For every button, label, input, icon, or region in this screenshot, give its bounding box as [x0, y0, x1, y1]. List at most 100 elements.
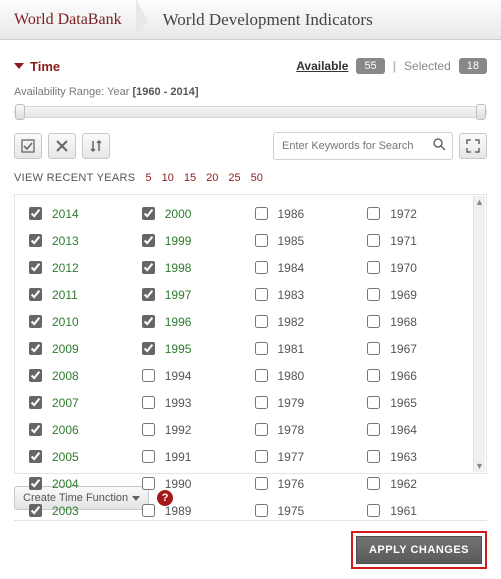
year-checkbox[interactable] [255, 423, 268, 436]
apply-changes-button[interactable]: APPLY CHANGES [356, 536, 482, 564]
year-item[interactable]: 1971 [359, 230, 472, 251]
recent-option[interactable]: 15 [184, 172, 196, 184]
year-checkbox[interactable] [367, 450, 380, 463]
available-label[interactable]: Available [296, 59, 348, 73]
year-item[interactable]: 1967 [359, 338, 472, 359]
year-checkbox[interactable] [142, 315, 155, 328]
year-checkbox[interactable] [29, 207, 42, 220]
brand-title[interactable]: World DataBank [0, 0, 137, 39]
year-checkbox[interactable] [367, 369, 380, 382]
recent-option[interactable]: 10 [162, 172, 174, 184]
year-checkbox[interactable] [367, 315, 380, 328]
year-checkbox[interactable] [142, 342, 155, 355]
year-item[interactable]: 1982 [247, 311, 360, 332]
year-item[interactable]: 2014 [21, 203, 134, 224]
year-checkbox[interactable] [142, 261, 155, 274]
year-item[interactable]: 2003 [21, 500, 134, 521]
year-item[interactable]: 2000 [134, 203, 247, 224]
year-item[interactable]: 1998 [134, 257, 247, 278]
year-item[interactable]: 2006 [21, 419, 134, 440]
year-checkbox[interactable] [255, 288, 268, 301]
select-all-button[interactable] [14, 133, 42, 159]
year-checkbox[interactable] [367, 504, 380, 517]
year-checkbox[interactable] [142, 504, 155, 517]
year-checkbox[interactable] [367, 396, 380, 409]
year-item[interactable]: 2008 [21, 365, 134, 386]
year-checkbox[interactable] [29, 504, 42, 517]
scroll-down-icon[interactable]: ▼ [474, 460, 485, 472]
year-checkbox[interactable] [142, 450, 155, 463]
year-checkbox[interactable] [367, 207, 380, 220]
search-input[interactable] [280, 139, 433, 153]
year-item[interactable]: 1996 [134, 311, 247, 332]
year-item[interactable]: 2010 [21, 311, 134, 332]
year-checkbox[interactable] [255, 477, 268, 490]
year-item[interactable]: 1989 [134, 500, 247, 521]
year-checkbox[interactable] [142, 477, 155, 490]
year-item[interactable]: 2004 [21, 473, 134, 494]
year-checkbox[interactable] [367, 234, 380, 247]
recent-option[interactable]: 5 [145, 172, 151, 184]
year-item[interactable]: 1961 [359, 500, 472, 521]
year-checkbox[interactable] [29, 315, 42, 328]
recent-option[interactable]: 25 [228, 172, 240, 184]
year-checkbox[interactable] [367, 477, 380, 490]
year-item[interactable]: 1975 [247, 500, 360, 521]
year-checkbox[interactable] [367, 261, 380, 274]
slider-handle-left[interactable] [15, 104, 25, 120]
search-box[interactable] [273, 132, 453, 160]
year-checkbox[interactable] [29, 342, 42, 355]
year-checkbox[interactable] [142, 288, 155, 301]
recent-option[interactable]: 20 [206, 172, 218, 184]
year-checkbox[interactable] [367, 288, 380, 301]
year-item[interactable]: 1977 [247, 446, 360, 467]
year-checkbox[interactable] [255, 396, 268, 409]
year-item[interactable]: 1968 [359, 311, 472, 332]
year-item[interactable]: 2012 [21, 257, 134, 278]
year-item[interactable]: 1980 [247, 365, 360, 386]
clear-button[interactable] [48, 133, 76, 159]
year-checkbox[interactable] [367, 342, 380, 355]
year-checkbox[interactable] [29, 234, 42, 247]
slider-handle-right[interactable] [476, 104, 486, 120]
year-checkbox[interactable] [255, 342, 268, 355]
year-item[interactable]: 1990 [134, 473, 247, 494]
scroll-up-icon[interactable]: ▲ [474, 196, 485, 208]
year-item[interactable]: 1992 [134, 419, 247, 440]
year-item[interactable]: 2007 [21, 392, 134, 413]
year-checkbox[interactable] [29, 477, 42, 490]
year-item[interactable]: 1970 [359, 257, 472, 278]
year-item[interactable]: 2011 [21, 284, 134, 305]
sort-button[interactable] [82, 133, 110, 159]
year-item[interactable]: 1985 [247, 230, 360, 251]
year-checkbox[interactable] [29, 261, 42, 274]
year-checkbox[interactable] [142, 369, 155, 382]
year-item[interactable]: 1984 [247, 257, 360, 278]
range-slider[interactable] [14, 106, 487, 118]
year-checkbox[interactable] [29, 369, 42, 382]
year-item[interactable]: 1965 [359, 392, 472, 413]
year-item[interactable]: 1979 [247, 392, 360, 413]
year-checkbox[interactable] [142, 207, 155, 220]
year-item[interactable]: 1978 [247, 419, 360, 440]
year-item[interactable]: 1963 [359, 446, 472, 467]
year-item[interactable]: 1962 [359, 473, 472, 494]
recent-option[interactable]: 50 [251, 172, 263, 184]
year-checkbox[interactable] [255, 315, 268, 328]
year-item[interactable]: 1981 [247, 338, 360, 359]
year-item[interactable]: 1994 [134, 365, 247, 386]
year-checkbox[interactable] [255, 261, 268, 274]
year-checkbox[interactable] [367, 423, 380, 436]
collapse-icon[interactable] [14, 63, 24, 69]
year-checkbox[interactable] [29, 396, 42, 409]
year-checkbox[interactable] [142, 423, 155, 436]
year-item[interactable]: 1993 [134, 392, 247, 413]
year-checkbox[interactable] [29, 288, 42, 301]
year-item[interactable]: 1969 [359, 284, 472, 305]
scrollbar[interactable]: ▲ ▼ [473, 196, 485, 472]
search-icon[interactable] [433, 138, 446, 154]
year-checkbox[interactable] [142, 396, 155, 409]
year-item[interactable]: 1997 [134, 284, 247, 305]
year-item[interactable]: 1976 [247, 473, 360, 494]
year-item[interactable]: 1983 [247, 284, 360, 305]
